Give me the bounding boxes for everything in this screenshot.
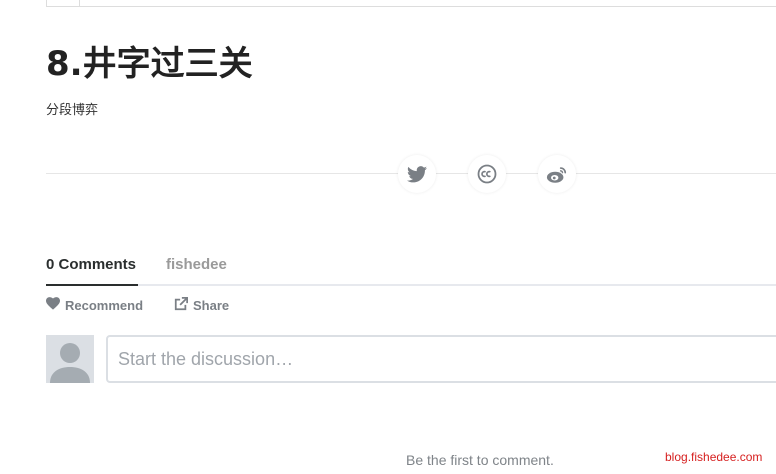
comments-tab-bar: 0 Comments fishedee	[46, 256, 776, 286]
tab-community[interactable]: fishedee	[166, 256, 227, 286]
comment-input[interactable]	[106, 335, 776, 383]
license-button[interactable]	[468, 155, 506, 193]
share-label: Share	[193, 298, 230, 313]
share-button[interactable]: Share	[174, 297, 229, 314]
page-subtitle: 分段博弈	[46, 103, 99, 118]
empty-comments-message: Be the first to comment.	[406, 452, 554, 468]
creative-commons-icon	[477, 164, 497, 184]
avatar	[46, 335, 94, 383]
tab-comments[interactable]: 0 Comments	[46, 256, 139, 286]
share-icon	[174, 297, 188, 314]
twitter-icon	[407, 165, 427, 183]
page-title: 8.井字过三关	[46, 44, 253, 84]
default-avatar-icon	[46, 335, 94, 383]
weibo-icon	[546, 165, 568, 184]
toolbar-divider	[79, 0, 80, 6]
heart-icon	[46, 297, 60, 313]
recommend-button[interactable]: Recommend	[46, 297, 143, 313]
twitter-share-button[interactable]	[398, 155, 436, 193]
watermark: blog.fishedee.com	[665, 450, 763, 464]
weibo-share-button[interactable]	[538, 155, 576, 193]
recommend-label: Recommend	[65, 297, 144, 313]
top-toolbar-strip	[46, 0, 776, 7]
